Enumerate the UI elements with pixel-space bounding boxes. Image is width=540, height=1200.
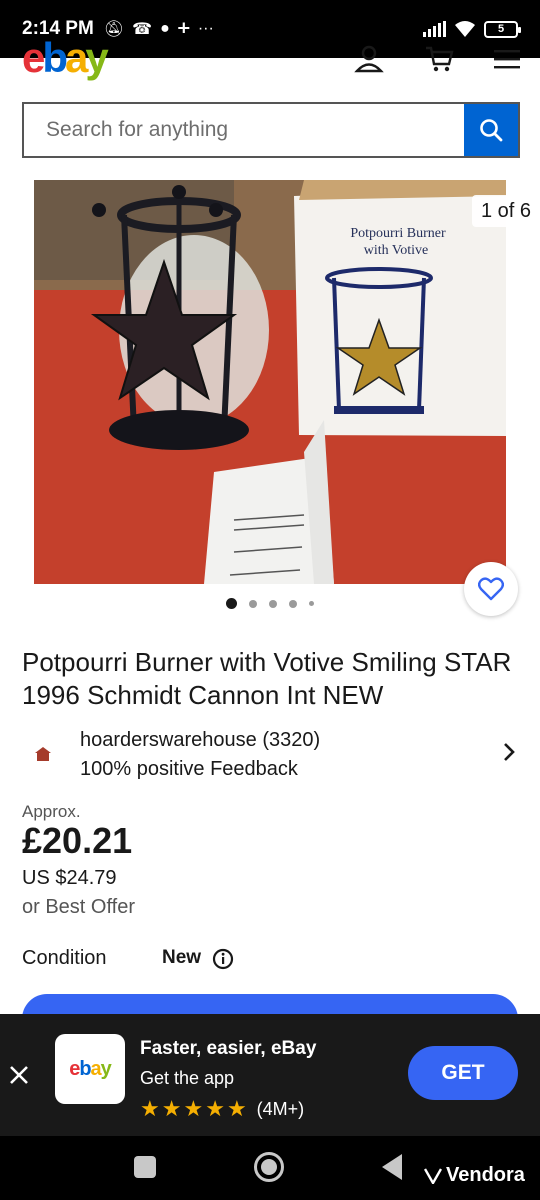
profile-icon[interactable] xyxy=(354,44,384,74)
listing-title: Potpourri Burner with Votive Smiling STA… xyxy=(22,647,512,710)
gallery-dot[interactable] xyxy=(269,599,277,608)
ebay-app-logo: ebay xyxy=(55,1034,125,1104)
info-icon[interactable] xyxy=(212,948,234,970)
star-icon: ★ xyxy=(183,1096,204,1121)
system-nav-bar: Vendora xyxy=(0,1136,540,1200)
seller-avatar xyxy=(22,733,64,775)
banner-title: Faster, easier, eBay xyxy=(140,1038,317,1059)
star-icon: ★ xyxy=(161,1096,182,1121)
gallery-dot[interactable] xyxy=(289,599,297,608)
chevron-right-icon xyxy=(504,743,515,761)
box-text-line2: with Votive xyxy=(364,243,428,258)
approx-label: Approx. xyxy=(22,802,81,821)
recents-button[interactable] xyxy=(134,1156,156,1178)
rating-count: (4M+) xyxy=(256,1098,305,1119)
cart-icon[interactable] xyxy=(424,44,454,74)
condition-label: Condition xyxy=(22,947,107,969)
condition-value: New xyxy=(162,947,202,968)
battery-icon: 5 xyxy=(484,20,521,38)
battery-level: 5 xyxy=(497,23,505,35)
vendora-logo-icon xyxy=(424,1167,442,1184)
signal-icon xyxy=(423,21,446,37)
search-icon xyxy=(480,119,503,142)
wifi-icon xyxy=(455,21,475,37)
image-counter: 1 of 6 xyxy=(472,195,540,227)
seller-feedback: 100% positive Feedback xyxy=(80,758,298,780)
gallery-dot[interactable] xyxy=(226,598,237,609)
star-icon: ★ xyxy=(226,1096,247,1121)
missed-call-icon: ☎︎ xyxy=(132,21,153,38)
back-button[interactable] xyxy=(382,1154,402,1180)
search-input[interactable] xyxy=(24,104,464,156)
search-bar xyxy=(22,102,520,158)
box-text-line1: Potpourri Burner xyxy=(350,226,446,241)
house-icon xyxy=(35,747,51,761)
seller-name: hoarderswarehouse (3320) xyxy=(80,729,321,751)
app-install-banner: ebay Faster, easier, eBay Get the app ★ … xyxy=(0,1014,540,1136)
price: £20.21 xyxy=(22,820,133,861)
ebay-logo[interactable]: ebay xyxy=(22,37,109,79)
mute-icon: 🔕︎ xyxy=(103,21,125,38)
gallery-dot[interactable] xyxy=(309,601,314,606)
get-app-button[interactable]: GET xyxy=(408,1046,518,1100)
star-icon: ★ xyxy=(205,1096,225,1121)
chat-icon: ● xyxy=(160,20,170,37)
search-button[interactable] xyxy=(464,104,518,156)
vendora-brand: Vendora xyxy=(424,1164,525,1187)
gallery-dots xyxy=(0,598,540,609)
plus-icon: ➕︎ xyxy=(177,20,190,37)
seller-row[interactable]: hoarderswarehouse (3320) 100% positive F… xyxy=(22,727,520,783)
price-usd: US $24.79 xyxy=(22,867,117,889)
menu-icon[interactable] xyxy=(494,48,520,70)
gallery-dot[interactable] xyxy=(249,599,257,608)
header: ebay xyxy=(0,37,540,80)
star-icon: ★ xyxy=(140,1096,160,1121)
best-offer-label: or Best Offer xyxy=(22,896,136,918)
banner-subtitle: Get the app xyxy=(140,1068,235,1088)
rating-stars: ★ ★ ★ ★ ★ (4M+) xyxy=(140,1096,304,1122)
notification-icons: 🔕︎ ☎︎ ● ➕︎ ··· xyxy=(104,19,214,39)
product-photo: Potpourri Burner with Votive xyxy=(34,180,506,584)
home-button[interactable] xyxy=(254,1152,284,1182)
close-icon[interactable] xyxy=(8,1064,30,1086)
more-dots-icon: ··· xyxy=(197,20,214,37)
product-image[interactable]: Potpourri Burner with Votive xyxy=(34,180,506,584)
